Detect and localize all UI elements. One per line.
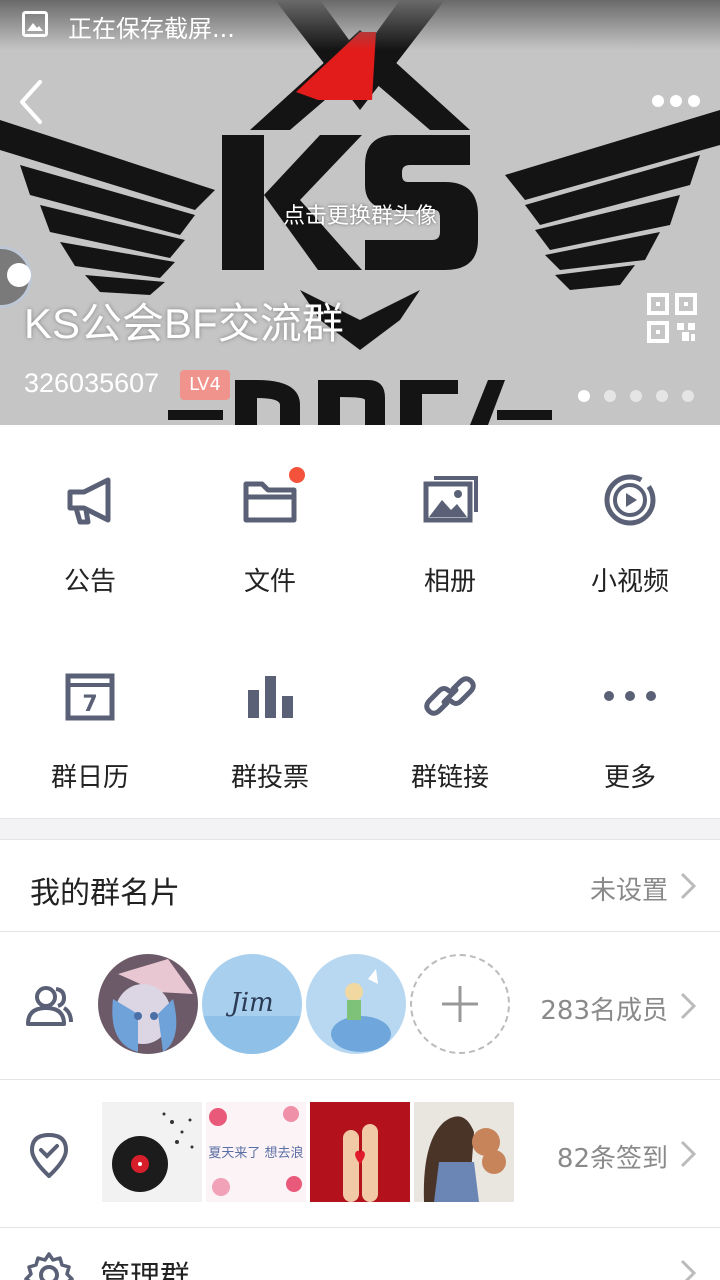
checkin-thumb[interactable]: 夏天来了 想去浪: [206, 1102, 306, 1202]
member-avatar[interactable]: Jim: [202, 954, 302, 1054]
feature-label: 群日历: [50, 763, 129, 793]
more-dots-icon: [604, 691, 656, 701]
my-group-card-row[interactable]: 我的群名片 未设置: [0, 840, 720, 932]
summer-caption: 夏天来了 想去浪: [208, 1145, 303, 1161]
feature-label: 文件: [243, 567, 296, 597]
more-options-icon[interactable]: [648, 86, 704, 116]
level-badge: LV4: [180, 370, 230, 400]
manage-group-title: 管理群: [100, 1260, 190, 1280]
feature-more[interactable]: 更多: [540, 621, 720, 817]
member-avatar[interactable]: [98, 954, 198, 1054]
megaphone-icon: [67, 477, 111, 525]
fingers-heart-image: [310, 1102, 410, 1202]
chevron-right-icon: [680, 872, 697, 900]
plus-icon: [442, 986, 478, 1022]
feature-label: 群链接: [410, 763, 489, 793]
video-play-icon: [604, 474, 656, 526]
screenshot-icon: [22, 11, 48, 37]
member-avatar[interactable]: [306, 954, 406, 1054]
checkin-row[interactable]: 夏天来了 想去浪 82条签到: [0, 1080, 720, 1228]
back-icon[interactable]: [10, 72, 60, 132]
checkin-thumb[interactable]: [310, 1102, 410, 1202]
carousel-dot[interactable]: [604, 390, 616, 402]
manage-group-row[interactable]: 管理群: [0, 1228, 720, 1280]
feature-label: 小视频: [590, 567, 669, 597]
feature-link[interactable]: 群链接: [360, 621, 540, 817]
girl-with-dog-image: [414, 1102, 514, 1202]
group-name: KS公会BF交流群: [24, 300, 344, 347]
link-icon: [424, 676, 476, 716]
photo-album-icon: [423, 476, 478, 523]
vinyl-record-image: [102, 1102, 202, 1202]
feature-label: 相册: [423, 567, 476, 597]
feature-calendar[interactable]: 7 群日历: [0, 621, 180, 817]
little-prince-avatar: [306, 954, 406, 1054]
feature-grid: 公告 文件 相册 小视频 7 群日历 群投票 群链接 更多: [0, 425, 720, 817]
carousel-dot[interactable]: [682, 390, 694, 402]
members-icon: [26, 986, 73, 1026]
chevron-right-icon: [680, 1140, 697, 1168]
chat-bubble-icon: [7, 263, 31, 287]
group-header-banner[interactable]: 正在保存截屏... 点击更换群头像 KS公会BF交流群 326035607 LV…: [0, 0, 720, 425]
feature-files[interactable]: 文件: [180, 425, 360, 621]
group-id: 326035607: [24, 368, 160, 398]
feature-label: 公告: [63, 567, 116, 597]
feature-label: 群投票: [230, 763, 309, 793]
chevron-right-icon: [680, 1259, 697, 1280]
calendar-icon: 7: [65, 673, 115, 721]
new-file-badge: [287, 465, 307, 485]
avatar-signature: Jim: [225, 988, 273, 1018]
status-bar: 正在保存截屏...: [0, 0, 720, 50]
section-divider: [0, 818, 720, 840]
summer-text-image: 夏天来了 想去浪: [206, 1102, 306, 1202]
my-group-card-value: 未设置: [589, 876, 668, 906]
feature-announcement[interactable]: 公告: [0, 425, 180, 621]
anime-girl-avatar: [98, 954, 198, 1054]
feature-label: 更多: [603, 763, 656, 793]
calendar-day: 7: [82, 692, 97, 717]
settings-gear-icon: [24, 1252, 74, 1280]
feature-vote[interactable]: 群投票: [180, 621, 360, 817]
add-member-button[interactable]: [410, 954, 510, 1054]
change-avatar-hint[interactable]: 点击更换群头像: [0, 198, 720, 230]
my-group-card-title: 我的群名片: [30, 876, 180, 911]
carousel-dot[interactable]: [578, 390, 590, 402]
member-count: 283名成员: [540, 996, 668, 1026]
chevron-right-icon: [680, 992, 697, 1020]
feature-album[interactable]: 相册: [360, 425, 540, 621]
carousel-dots[interactable]: [578, 390, 694, 402]
checkin-count: 82条签到: [556, 1144, 668, 1174]
qr-code-icon[interactable]: [646, 292, 698, 344]
members-row[interactable]: Jim 283名成员: [0, 932, 720, 1080]
status-text: 正在保存截屏...: [68, 15, 235, 43]
bar-chart-icon: [248, 676, 293, 718]
checkin-thumb[interactable]: [102, 1102, 202, 1202]
location-check-icon: [30, 1133, 68, 1178]
jim-signature-avatar: Jim: [202, 954, 302, 1054]
checkin-thumb[interactable]: [414, 1102, 514, 1202]
feature-short-video[interactable]: 小视频: [540, 425, 720, 621]
carousel-dot[interactable]: [656, 390, 668, 402]
carousel-dot[interactable]: [630, 390, 642, 402]
